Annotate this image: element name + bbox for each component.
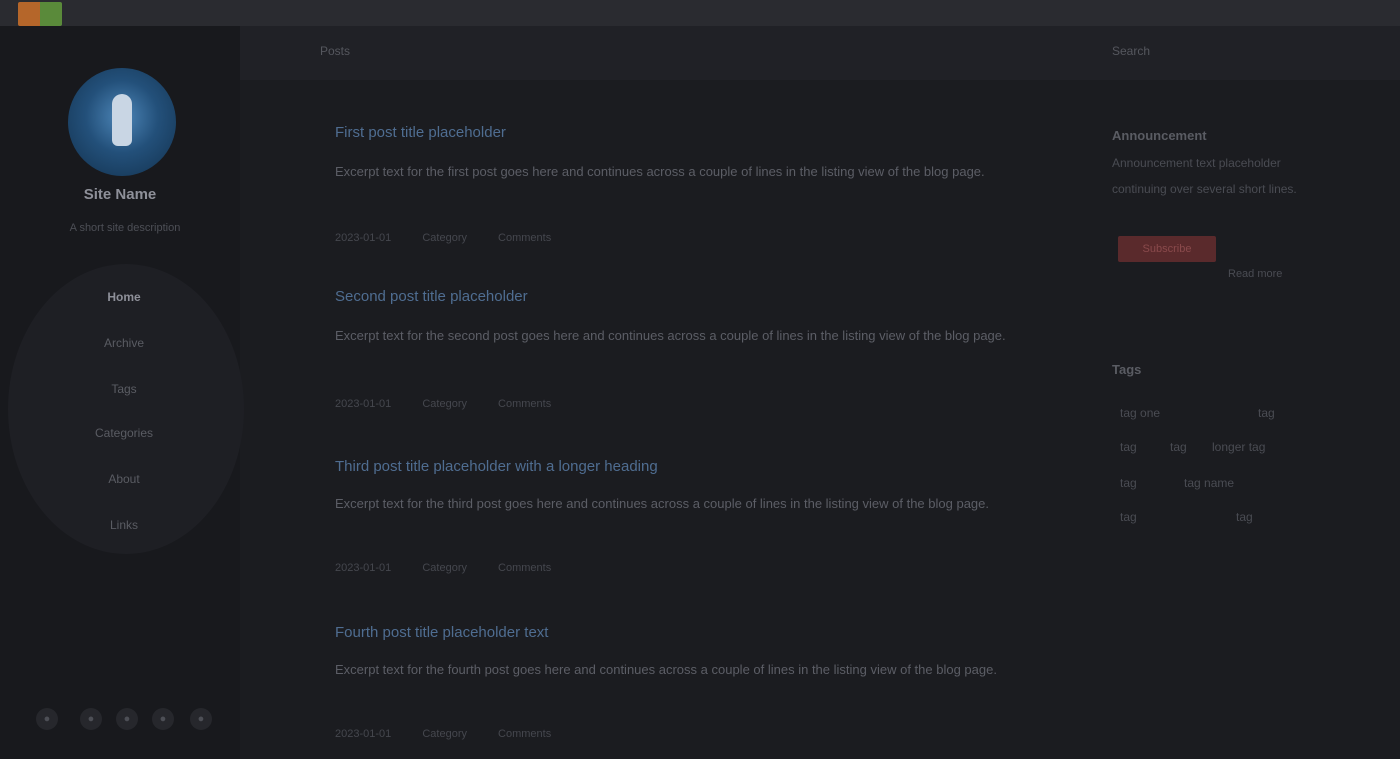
- window-top-bar: [0, 0, 1400, 26]
- header-nav-link[interactable]: Posts: [320, 44, 350, 58]
- post-title[interactable]: Second post title placeholder: [335, 288, 528, 305]
- subscribe-button[interactable]: Subscribe: [1118, 236, 1216, 262]
- tag-link[interactable]: tag: [1170, 440, 1187, 454]
- sidebar-item-archive[interactable]: Archive: [0, 336, 248, 350]
- sidebar-item-about[interactable]: About: [0, 472, 248, 486]
- more-icon[interactable]: ●: [190, 708, 212, 730]
- mail-icon[interactable]: ●: [152, 708, 174, 730]
- twitter-icon[interactable]: ●: [80, 708, 102, 730]
- tag-link[interactable]: longer tag: [1212, 440, 1265, 454]
- avatar[interactable]: [68, 68, 176, 176]
- post-date: 2023-01-01: [335, 728, 392, 740]
- post-meta: 2023-01-01 Category Comments: [335, 232, 579, 244]
- post-meta: 2023-01-01 Category Comments: [335, 728, 579, 740]
- tag-link[interactable]: tag name: [1184, 476, 1234, 490]
- read-more-link[interactable]: Read more: [1228, 268, 1282, 280]
- site-description: A short site description: [69, 222, 181, 234]
- tag-link[interactable]: tag: [1236, 510, 1253, 524]
- post-category[interactable]: Category: [422, 398, 467, 410]
- post-comments[interactable]: Comments: [498, 562, 551, 574]
- post-comments[interactable]: Comments: [498, 728, 551, 740]
- post-excerpt: Excerpt text for the first post goes her…: [335, 164, 985, 179]
- tag-link[interactable]: tag one: [1120, 406, 1160, 420]
- post-title[interactable]: First post title placeholder: [335, 124, 506, 141]
- tag-link[interactable]: tag: [1258, 406, 1275, 420]
- tag-link[interactable]: tag: [1120, 510, 1137, 524]
- post-title[interactable]: Fourth post title placeholder text: [335, 624, 548, 641]
- sidebar-item-categories[interactable]: Categories: [0, 426, 248, 440]
- sidebar-item-links[interactable]: Links: [0, 518, 248, 532]
- post-category[interactable]: Category: [422, 562, 467, 574]
- avatar-figure-icon: [112, 94, 132, 146]
- sidebar-item-tags[interactable]: Tags: [0, 382, 248, 396]
- site-name[interactable]: Site Name: [0, 186, 240, 203]
- tag-link[interactable]: tag: [1120, 440, 1137, 454]
- post-category[interactable]: Category: [422, 232, 467, 244]
- post-comments[interactable]: Comments: [498, 232, 551, 244]
- post-meta: 2023-01-01 Category Comments: [335, 398, 579, 410]
- sidebar: Site Name A short site description Home …: [0, 26, 244, 759]
- announcement-text: Announcement text placeholder continuing…: [1112, 156, 1297, 196]
- post-meta: 2023-01-01 Category Comments: [335, 562, 579, 574]
- app-icon[interactable]: [18, 2, 62, 26]
- post-category[interactable]: Category: [422, 728, 467, 740]
- post-title[interactable]: Third post title placeholder with a long…: [335, 458, 658, 475]
- tag-link[interactable]: tag: [1120, 476, 1137, 490]
- tags-widget-title: Tags: [1112, 362, 1142, 377]
- sidebar-item-home[interactable]: Home: [0, 290, 248, 304]
- header-bar: Posts Search: [240, 26, 1400, 80]
- announcement-title: Announcement: [1112, 128, 1207, 143]
- post-date: 2023-01-01: [335, 562, 392, 574]
- sidebar-nav: Home Archive Tags Categories About Links: [8, 264, 244, 554]
- post-excerpt: Excerpt text for the third post goes her…: [335, 496, 989, 511]
- github-icon[interactable]: ●: [36, 708, 58, 730]
- post-excerpt: Excerpt text for the fourth post goes he…: [335, 662, 997, 677]
- post-excerpt: Excerpt text for the second post goes he…: [335, 328, 1006, 343]
- post-date: 2023-01-01: [335, 398, 392, 410]
- header-search-link[interactable]: Search: [1112, 44, 1150, 58]
- post-comments[interactable]: Comments: [498, 398, 551, 410]
- rss-icon[interactable]: ●: [116, 708, 138, 730]
- post-date: 2023-01-01: [335, 232, 392, 244]
